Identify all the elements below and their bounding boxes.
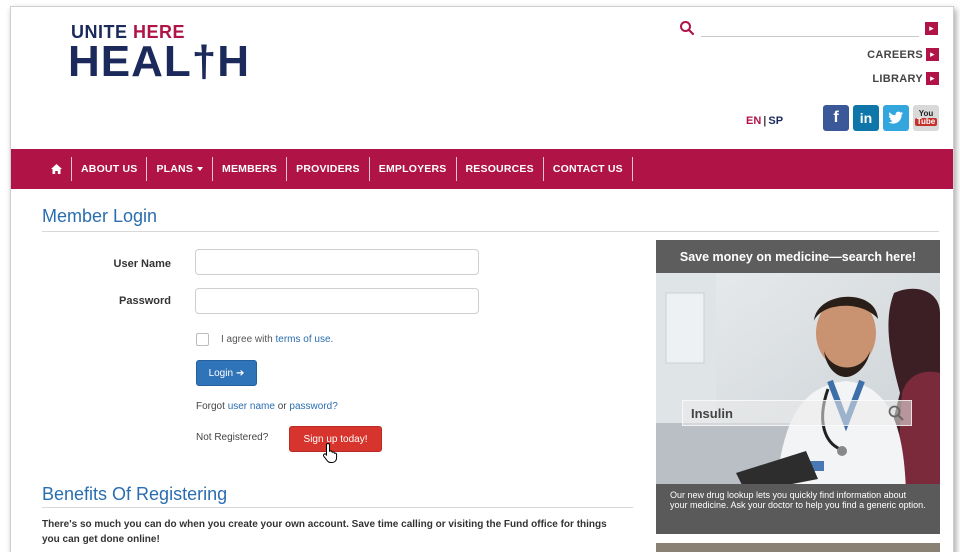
youtube-icon[interactable]: You Tube [913,105,939,131]
search-icon[interactable] [679,20,695,36]
username-label: User Name [113,258,171,270]
benefits-title: Benefits Of Registering [42,484,228,504]
divider [42,231,939,232]
nav-home[interactable] [47,157,72,181]
nav-contact-us[interactable]: CONTACT US [544,157,633,181]
unite-here-health-logo[interactable]: UNITE HERE HEAL†H [68,19,283,91]
forgot-password-link[interactable]: password? [289,401,337,412]
username-input[interactable] [195,249,479,275]
nav-about-us[interactable]: ABOUT US [72,157,148,181]
library-link[interactable]: LIBRARY ▸ [872,72,939,85]
arrow-right-icon: ▸ [926,48,939,61]
terms-of-use-link[interactable]: terms of use. [275,334,333,345]
benefits-text: There's so much you can do when you crea… [42,519,607,545]
home-icon [51,164,62,175]
doctor-photo [656,273,940,493]
sign-in-icon: ➔ [236,367,245,379]
promo-heading: Save money on medicine—search here! [656,240,940,273]
forgot-credentials: Forgot user name or password? [196,401,338,412]
nav-plans[interactable]: PLANS [147,157,214,181]
social-links: f in You Tube [823,105,939,131]
careers-link[interactable]: CAREERS ▸ [867,48,939,61]
twitter-icon[interactable] [883,105,909,131]
promo-caption: Our new drug lookup lets you quickly fin… [656,484,940,534]
search-go-icon[interactable]: ▸ [925,22,938,35]
browser-page: UNITE HERE HEAL†H ▸ CAREERS ▸ LIBRARY ▸ EN… [10,6,954,552]
site-search: ▸ [679,21,941,39]
secondary-promo-image[interactable] [656,543,940,552]
password-label: Password [119,295,171,307]
drug-search-value: Insulin [691,406,733,421]
lang-en-link[interactable]: EN [746,115,761,127]
linkedin-icon[interactable]: in [853,105,879,131]
login-button[interactable]: Login ➔ [196,360,257,386]
arrow-right-icon: ▸ [926,72,939,85]
drug-search-box[interactable]: Insulin [682,400,912,426]
lang-sp-link[interactable]: SP [768,115,783,127]
terms-agree-row: I agree with terms of use. [196,333,333,346]
password-input[interactable] [195,288,479,314]
nav-employers[interactable]: EMPLOYERS [370,157,457,181]
caret-down-icon [197,167,204,172]
logo-health-text: HEAL†H [68,37,251,86]
language-switcher: EN | SP [746,115,784,127]
terms-checkbox[interactable] [196,333,209,346]
drug-lookup-promo[interactable]: Save money on medicine—search here! Insu… [656,240,940,534]
facebook-icon[interactable]: f [823,105,849,131]
nav-providers[interactable]: PROVIDERS [287,157,370,181]
main-nav: ABOUT US PLANS MEMBERS PROVIDERS EMPLOYE… [11,149,953,189]
not-registered-label: Not Registered? [196,432,269,443]
member-login-title: Member Login [42,206,158,226]
nav-members[interactable]: MEMBERS [213,157,288,181]
divider [42,507,633,508]
forgot-username-link[interactable]: user name [228,401,275,412]
search-input[interactable] [701,21,919,37]
nav-resources[interactable]: RESOURCES [457,157,544,181]
search-icon [888,405,904,421]
hand-cursor-icon [322,442,338,463]
